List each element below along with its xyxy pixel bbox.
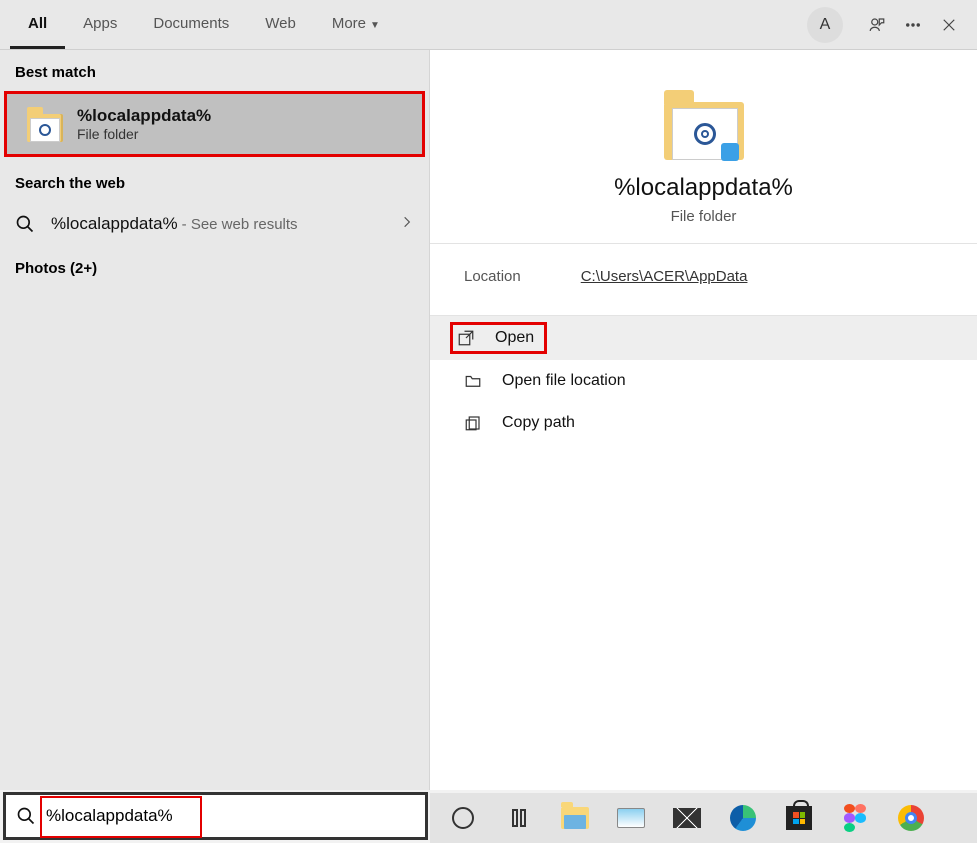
action-open-label: Open xyxy=(495,329,534,347)
action-open-file-location[interactable]: Open file location xyxy=(430,360,977,402)
results-pane: Best match %localappdata% File folder Se… xyxy=(0,50,430,790)
best-match-title: %localappdata% xyxy=(77,106,211,126)
tab-all[interactable]: All xyxy=(10,1,65,49)
taskbar xyxy=(430,793,977,843)
on-screen-keyboard-icon[interactable] xyxy=(614,801,648,835)
search-icon xyxy=(15,214,35,234)
web-result-tail: - See web results xyxy=(182,216,298,233)
search-icon xyxy=(16,806,36,826)
folder-icon xyxy=(27,106,63,142)
task-view-icon[interactable] xyxy=(502,801,536,835)
open-icon xyxy=(457,329,475,347)
preview-title: %localappdata% xyxy=(450,174,957,202)
microsoft-store-icon[interactable] xyxy=(782,801,816,835)
edge-icon[interactable] xyxy=(726,801,760,835)
best-match-subtitle: File folder xyxy=(77,126,211,142)
web-result[interactable]: %localappdata% - See web results xyxy=(0,202,429,246)
tab-more[interactable]: More ▼ xyxy=(314,1,398,49)
web-result-query: %localappdata% xyxy=(51,214,178,234)
tab-more-label: More xyxy=(332,15,366,32)
preview-pane: %localappdata% File folder Location C:\U… xyxy=(430,50,977,790)
folder-icon xyxy=(664,90,744,160)
tab-web[interactable]: Web xyxy=(247,1,314,49)
close-icon[interactable] xyxy=(931,7,967,43)
mail-icon[interactable] xyxy=(670,801,704,835)
chevron-down-icon: ▼ xyxy=(370,20,380,31)
more-options-icon[interactable] xyxy=(895,7,931,43)
location-value[interactable]: C:\Users\ACER\AppData xyxy=(581,268,748,285)
cortana-icon[interactable] xyxy=(446,801,480,835)
search-bar[interactable] xyxy=(3,792,428,840)
copy-icon xyxy=(464,414,482,432)
search-header: All Apps Documents Web More ▼ A xyxy=(0,0,977,50)
action-list: Open Open file location Copy path xyxy=(430,316,977,444)
feedback-icon[interactable] xyxy=(859,7,895,43)
filter-tabs: All Apps Documents Web More ▼ xyxy=(10,1,398,49)
action-open-location-label: Open file location xyxy=(502,372,626,390)
action-copy-path-label: Copy path xyxy=(502,414,575,432)
tab-documents[interactable]: Documents xyxy=(135,1,247,49)
best-match-label: Best match xyxy=(0,50,429,91)
preview-subtitle: File folder xyxy=(450,208,957,225)
location-label: Location xyxy=(464,268,521,285)
action-copy-path[interactable]: Copy path xyxy=(430,402,977,444)
search-input[interactable] xyxy=(46,806,415,826)
folder-open-icon xyxy=(464,372,482,390)
user-avatar[interactable]: A xyxy=(807,7,843,43)
tab-apps[interactable]: Apps xyxy=(65,1,135,49)
chrome-icon[interactable] xyxy=(894,801,928,835)
file-explorer-icon[interactable] xyxy=(558,801,592,835)
photos-label[interactable]: Photos (2+) xyxy=(0,246,429,287)
action-open[interactable]: Open xyxy=(430,316,977,360)
search-web-label: Search the web xyxy=(0,161,429,202)
chevron-right-icon xyxy=(400,215,414,234)
best-match-result[interactable]: %localappdata% File folder xyxy=(4,91,425,157)
figma-icon[interactable] xyxy=(838,801,872,835)
